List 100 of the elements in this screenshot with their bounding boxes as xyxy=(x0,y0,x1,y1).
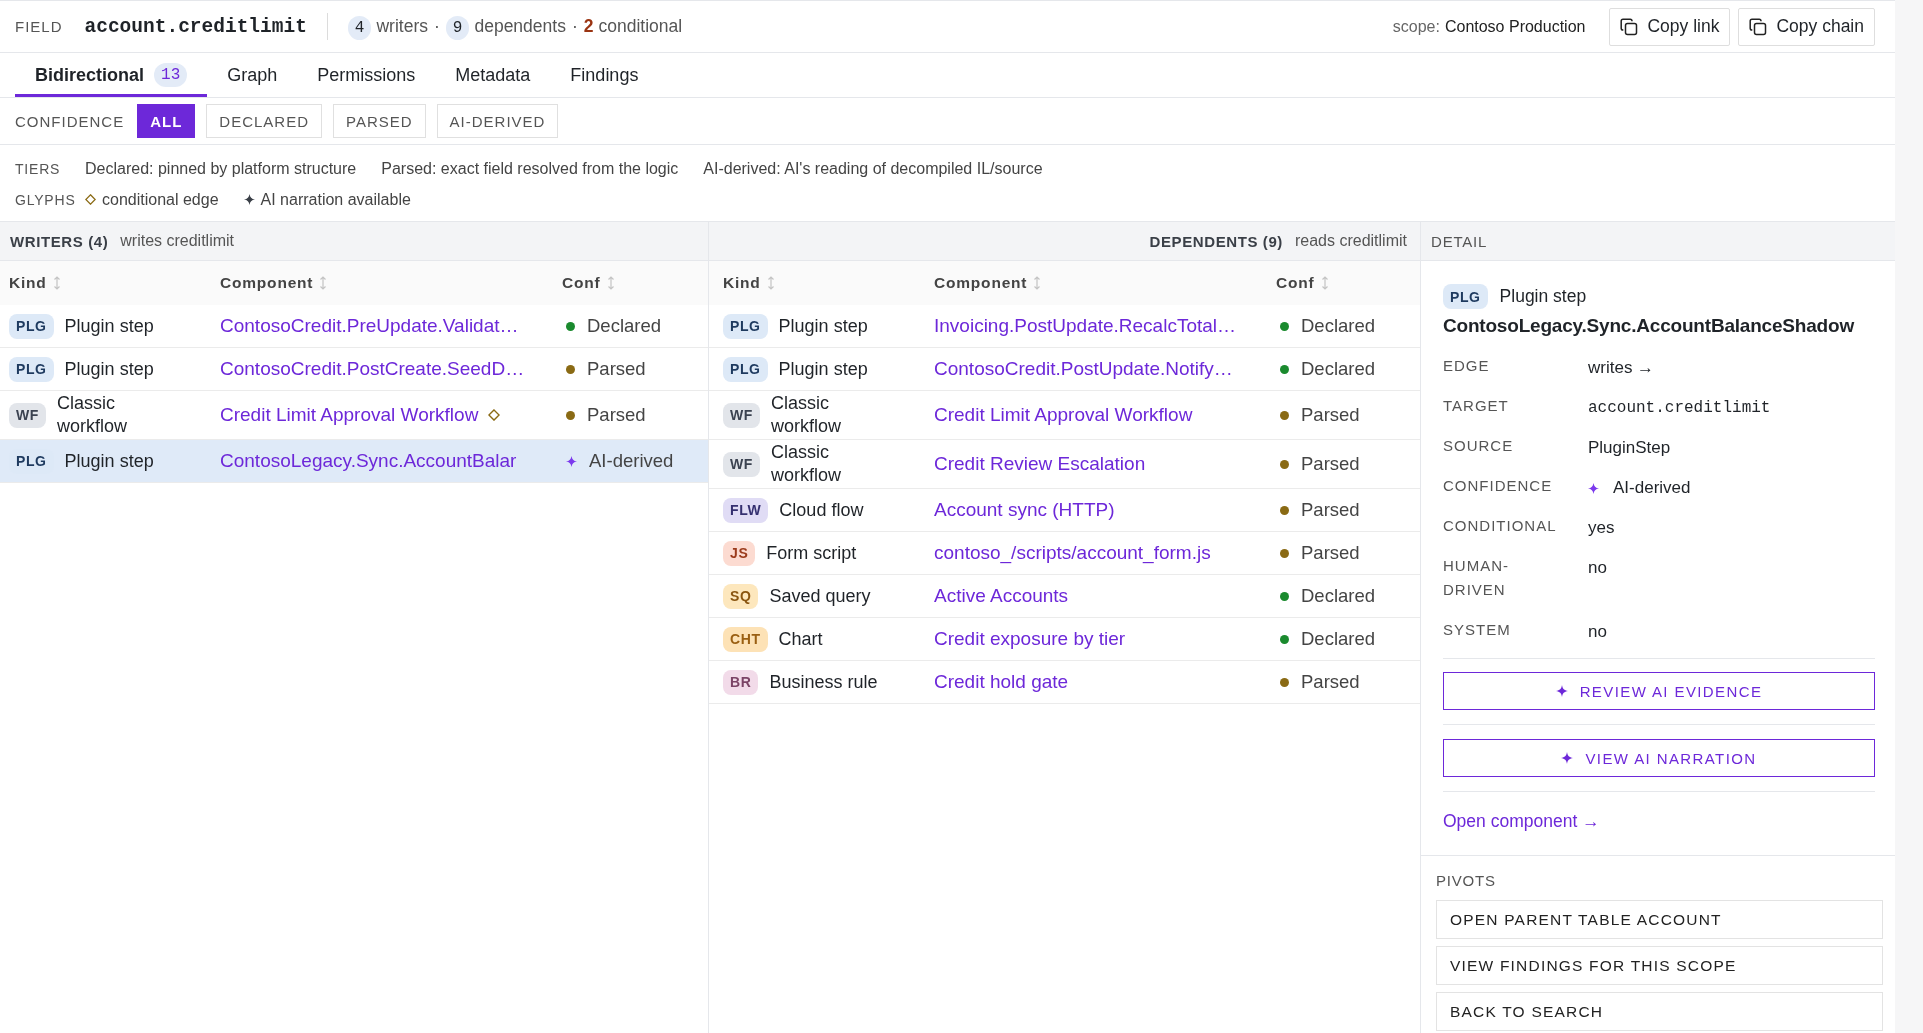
kind-tag: PLG xyxy=(9,313,54,339)
component-link[interactable]: contoso_/scripts/account_form.js xyxy=(934,542,1211,564)
kind-tag: WF xyxy=(723,402,760,428)
sort-icon[interactable] xyxy=(1320,276,1329,290)
column-header[interactable]: Conf xyxy=(562,274,615,292)
column-header[interactable]: Component xyxy=(220,274,328,292)
component-link[interactable]: Account sync (HTTP) xyxy=(934,499,1115,521)
kind-tag: PLG xyxy=(1443,284,1488,309)
component-link[interactable]: ContosoCredit.PreUpdate.Validat… xyxy=(220,315,519,337)
component-link[interactable]: Credit Review Escalation xyxy=(934,453,1146,475)
kind-label: Plugin step xyxy=(64,449,154,473)
kind-label: Plugin step xyxy=(1499,286,1587,307)
sort-icon[interactable] xyxy=(766,276,775,290)
tier-description: Declared: pinned by platform structure xyxy=(85,159,357,178)
confidence-label: Declared xyxy=(1301,628,1376,650)
table-row[interactable]: JS Form script contoso_/scripts/account_form.js Parsed xyxy=(709,532,1420,575)
glyph-description: AI narration available xyxy=(260,190,411,209)
pivot-button[interactable]: BACK TO SEARCH xyxy=(1436,992,1883,1031)
table-row[interactable]: PLG Plugin step Invoicing.PostUpdate.RecalcTotal… Declared xyxy=(709,305,1420,348)
scope-value: Contoso Production xyxy=(1444,17,1586,36)
detail-value: no xyxy=(1588,621,1607,643)
filter-chip[interactable]: PARSED xyxy=(333,104,426,138)
pivot-button[interactable]: VIEW FINDINGS FOR THIS SCOPE xyxy=(1436,946,1883,985)
sparkle-icon xyxy=(1555,685,1568,697)
open-component-link[interactable]: Open component → xyxy=(1443,809,1600,833)
kind-label: Saved query xyxy=(769,584,871,608)
kind-label: Classic workflow xyxy=(770,441,842,487)
table-row[interactable]: BR Business rule Credit hold gate Parsed xyxy=(709,661,1420,704)
copy-button[interactable]: Copy link xyxy=(1609,7,1731,46)
sort-icon[interactable] xyxy=(606,276,615,290)
tab[interactable]: Bidirectional 13 xyxy=(15,53,208,97)
confidence-label: Declared xyxy=(1301,358,1376,380)
component-link[interactable]: Credit exposure by tier xyxy=(934,628,1126,650)
detail-value: AI-derived xyxy=(1613,477,1691,499)
detail-label: SYSTEM xyxy=(1443,620,1511,640)
column-header[interactable]: Component xyxy=(934,274,1042,292)
pivot-button[interactable]: OPEN PARENT TABLE ACCOUNT xyxy=(1436,900,1883,939)
kind-label: Plugin step xyxy=(64,357,154,381)
table-row[interactable]: PLG Plugin step ContosoLegacy.Sync.AccountBalar AI-derived xyxy=(0,440,708,483)
component-link[interactable]: Invoicing.PostUpdate.RecalcTotal… xyxy=(934,315,1237,337)
detail-value: no xyxy=(1588,557,1607,579)
kind-label: Plugin step xyxy=(778,357,868,381)
diamond-icon xyxy=(85,194,96,205)
tab[interactable]: Findings xyxy=(550,53,659,97)
kind-label: Chart xyxy=(778,627,823,651)
column-header[interactable]: Conf xyxy=(1276,274,1329,292)
table-row[interactable]: PLG Plugin step ContosoCredit.PreUpdate.Validat… Declared xyxy=(0,305,708,348)
component-link[interactable]: ContosoLegacy.Sync.AccountBalar xyxy=(220,450,517,472)
legend-label: TIERS xyxy=(15,160,61,177)
summary-stat: 9 dependents xyxy=(445,16,566,37)
ai-action-button[interactable]: VIEW AI NARRATION xyxy=(1443,739,1875,777)
glyph-description: conditional edge xyxy=(102,190,219,209)
component-link[interactable]: Credit Limit Approval Workflow xyxy=(934,404,1193,426)
sort-icon[interactable] xyxy=(319,276,328,290)
kind-tag: WF xyxy=(9,402,46,428)
sparkle-icon xyxy=(1588,482,1599,494)
component-link[interactable]: ContosoCredit.PostCreate.SeedD… xyxy=(220,358,525,380)
ai-action-button[interactable]: REVIEW AI EVIDENCE xyxy=(1443,672,1875,710)
detail-value: account.creditlimit xyxy=(1588,398,1771,419)
kind-tag: JS xyxy=(723,540,756,566)
filter-chip[interactable]: ALL xyxy=(137,104,196,138)
panel-title: DETAIL xyxy=(1431,232,1488,250)
filter-chip[interactable]: DECLARED xyxy=(206,104,323,138)
tab[interactable]: Metadata xyxy=(435,53,551,97)
detail-label: EDGE xyxy=(1443,356,1490,376)
detail-label: CONFIDENCE xyxy=(1443,476,1553,496)
column-header[interactable]: Kind xyxy=(9,274,61,292)
confidence-label: Parsed xyxy=(587,404,646,426)
detail-label: HUMAN-DRIVEN xyxy=(1443,556,1510,600)
confidence-label: Parsed xyxy=(1301,542,1360,564)
field-label: FIELD xyxy=(15,18,63,35)
column-header[interactable]: Kind xyxy=(723,274,775,292)
filter-label: CONFIDENCE xyxy=(15,112,125,130)
component-link[interactable]: Credit hold gate xyxy=(934,671,1069,693)
kind-label: Form script xyxy=(766,541,857,565)
table-row[interactable]: CHT Chart Credit exposure by tier Declared xyxy=(709,618,1420,661)
sparkle-icon xyxy=(1561,752,1574,764)
panel-title: WRITERS (4) xyxy=(10,232,109,250)
kind-label: Plugin step xyxy=(778,314,868,338)
tab[interactable]: Graph xyxy=(207,53,298,97)
panel-subtitle: reads creditlimit xyxy=(1294,232,1407,250)
count-badge: 13 xyxy=(154,63,188,87)
section-label: PIVOTS xyxy=(1436,871,1496,891)
copy-icon xyxy=(1749,17,1768,36)
legend-label: GLYPHS xyxy=(15,191,76,208)
sort-icon[interactable] xyxy=(1033,276,1042,290)
kind-label: Plugin step xyxy=(64,314,154,338)
confidence-label: Declared xyxy=(1301,585,1376,607)
component-link[interactable]: Active Accounts xyxy=(934,585,1069,607)
tab[interactable]: Permissions xyxy=(297,53,436,97)
sort-icon[interactable] xyxy=(52,276,61,290)
filter-chip[interactable]: AI-DERIVED xyxy=(436,104,559,138)
copy-button[interactable]: Copy chain xyxy=(1738,7,1875,46)
detail-label: SOURCE xyxy=(1443,436,1514,456)
component-link[interactable]: ContosoCredit.PostUpdate.Notify… xyxy=(934,358,1233,380)
table-row[interactable]: SQ Saved query Active Accounts Declared xyxy=(709,575,1420,618)
table-row[interactable]: FLW Cloud flow Account sync (HTTP) Parsed xyxy=(709,489,1420,532)
component-link[interactable]: Credit Limit Approval Workflow xyxy=(220,404,479,426)
table-row[interactable]: PLG Plugin step ContosoCredit.PostCreate.SeedD… Parsed xyxy=(0,348,708,391)
table-row[interactable]: PLG Plugin step ContosoCredit.PostUpdate.Notify… Declared xyxy=(709,348,1420,391)
